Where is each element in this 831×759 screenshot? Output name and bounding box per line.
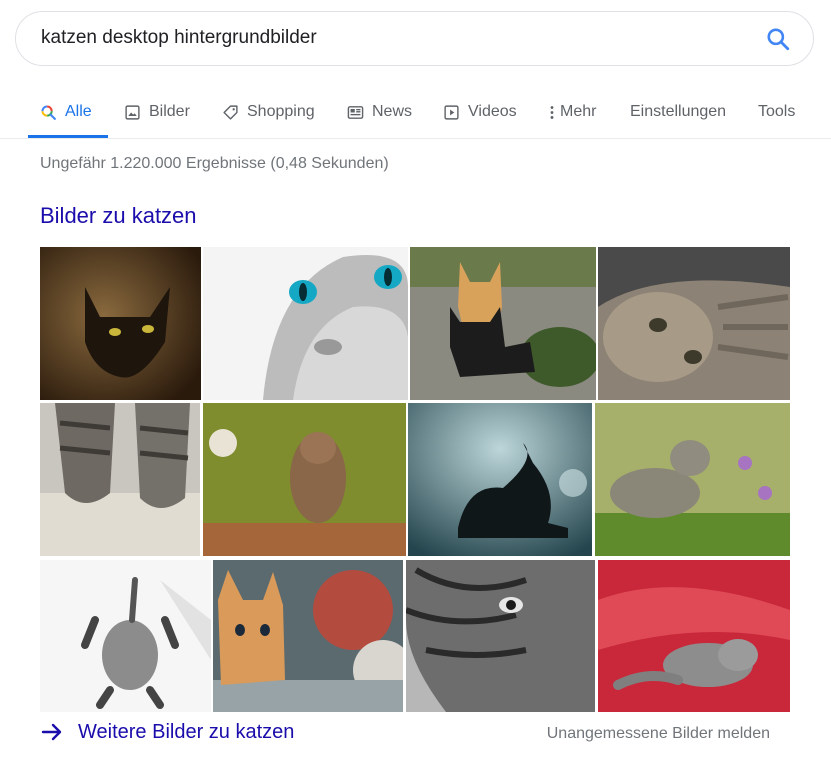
search-bar[interactable]: katzen desktop hintergrundbilder bbox=[15, 11, 814, 66]
tab-alle-label: Alle bbox=[65, 103, 92, 120]
cat-image-thumbnail[interactable] bbox=[40, 247, 201, 400]
play-icon bbox=[443, 104, 460, 121]
cat-image-thumbnail[interactable] bbox=[406, 560, 595, 712]
search-icon[interactable] bbox=[765, 26, 791, 52]
tab-videos-label: Videos bbox=[468, 103, 517, 120]
tab-videos[interactable]: Videos bbox=[443, 86, 517, 138]
result-stats: Ungefähr 1.220.000 Ergebnisse (0,48 Seku… bbox=[40, 155, 389, 172]
tab-mehr[interactable]: Mehr bbox=[548, 86, 596, 138]
newspaper-icon bbox=[347, 104, 364, 121]
cat-image-thumbnail[interactable] bbox=[595, 403, 790, 556]
tab-tools[interactable]: Tools bbox=[758, 86, 795, 138]
tab-bilder-label: Bilder bbox=[149, 103, 190, 120]
cat-image-thumbnail[interactable] bbox=[598, 560, 790, 712]
tab-einstellungen[interactable]: Einstellungen bbox=[630, 86, 726, 138]
tab-einstellungen-label: Einstellungen bbox=[630, 103, 727, 120]
tab-tools-label: Tools bbox=[758, 103, 796, 120]
tab-mehr-label: Mehr bbox=[560, 103, 597, 120]
tab-bilder[interactable]: Bilder bbox=[124, 86, 190, 138]
tab-news[interactable]: News bbox=[347, 86, 412, 138]
tag-icon bbox=[222, 104, 239, 121]
cat-image-thumbnail[interactable] bbox=[598, 247, 790, 400]
cat-image-thumbnail[interactable] bbox=[408, 403, 592, 556]
cat-image-thumbnail[interactable] bbox=[203, 403, 406, 556]
cat-image-thumbnail[interactable] bbox=[40, 560, 211, 712]
cat-image-thumbnail[interactable] bbox=[40, 403, 200, 556]
tab-alle[interactable]: Alle bbox=[28, 86, 108, 138]
arrow-right-icon bbox=[40, 720, 64, 744]
search-input[interactable]: katzen desktop hintergrundbilder bbox=[41, 27, 317, 49]
tab-shopping-label: Shopping bbox=[247, 103, 315, 120]
cat-image-thumbnail[interactable] bbox=[213, 560, 403, 712]
images-section-title[interactable]: Bilder zu katzen bbox=[40, 203, 197, 229]
more-vert-icon bbox=[548, 104, 556, 121]
cat-image-thumbnail[interactable] bbox=[203, 247, 408, 400]
more-images-link[interactable]: Weitere Bilder zu katzen bbox=[40, 720, 294, 744]
image-icon bbox=[124, 104, 141, 121]
more-images-label: Weitere Bilder zu katzen bbox=[78, 720, 295, 743]
report-images-link[interactable]: Unangemessene Bilder melden bbox=[547, 725, 770, 743]
tab-shopping[interactable]: Shopping bbox=[222, 86, 315, 138]
cat-image-thumbnail[interactable] bbox=[410, 247, 596, 400]
search-tabs: Alle Bilder Shopping News Videos Mehr Ei… bbox=[0, 86, 831, 139]
search-icon bbox=[40, 104, 57, 121]
tab-news-label: News bbox=[372, 103, 413, 120]
